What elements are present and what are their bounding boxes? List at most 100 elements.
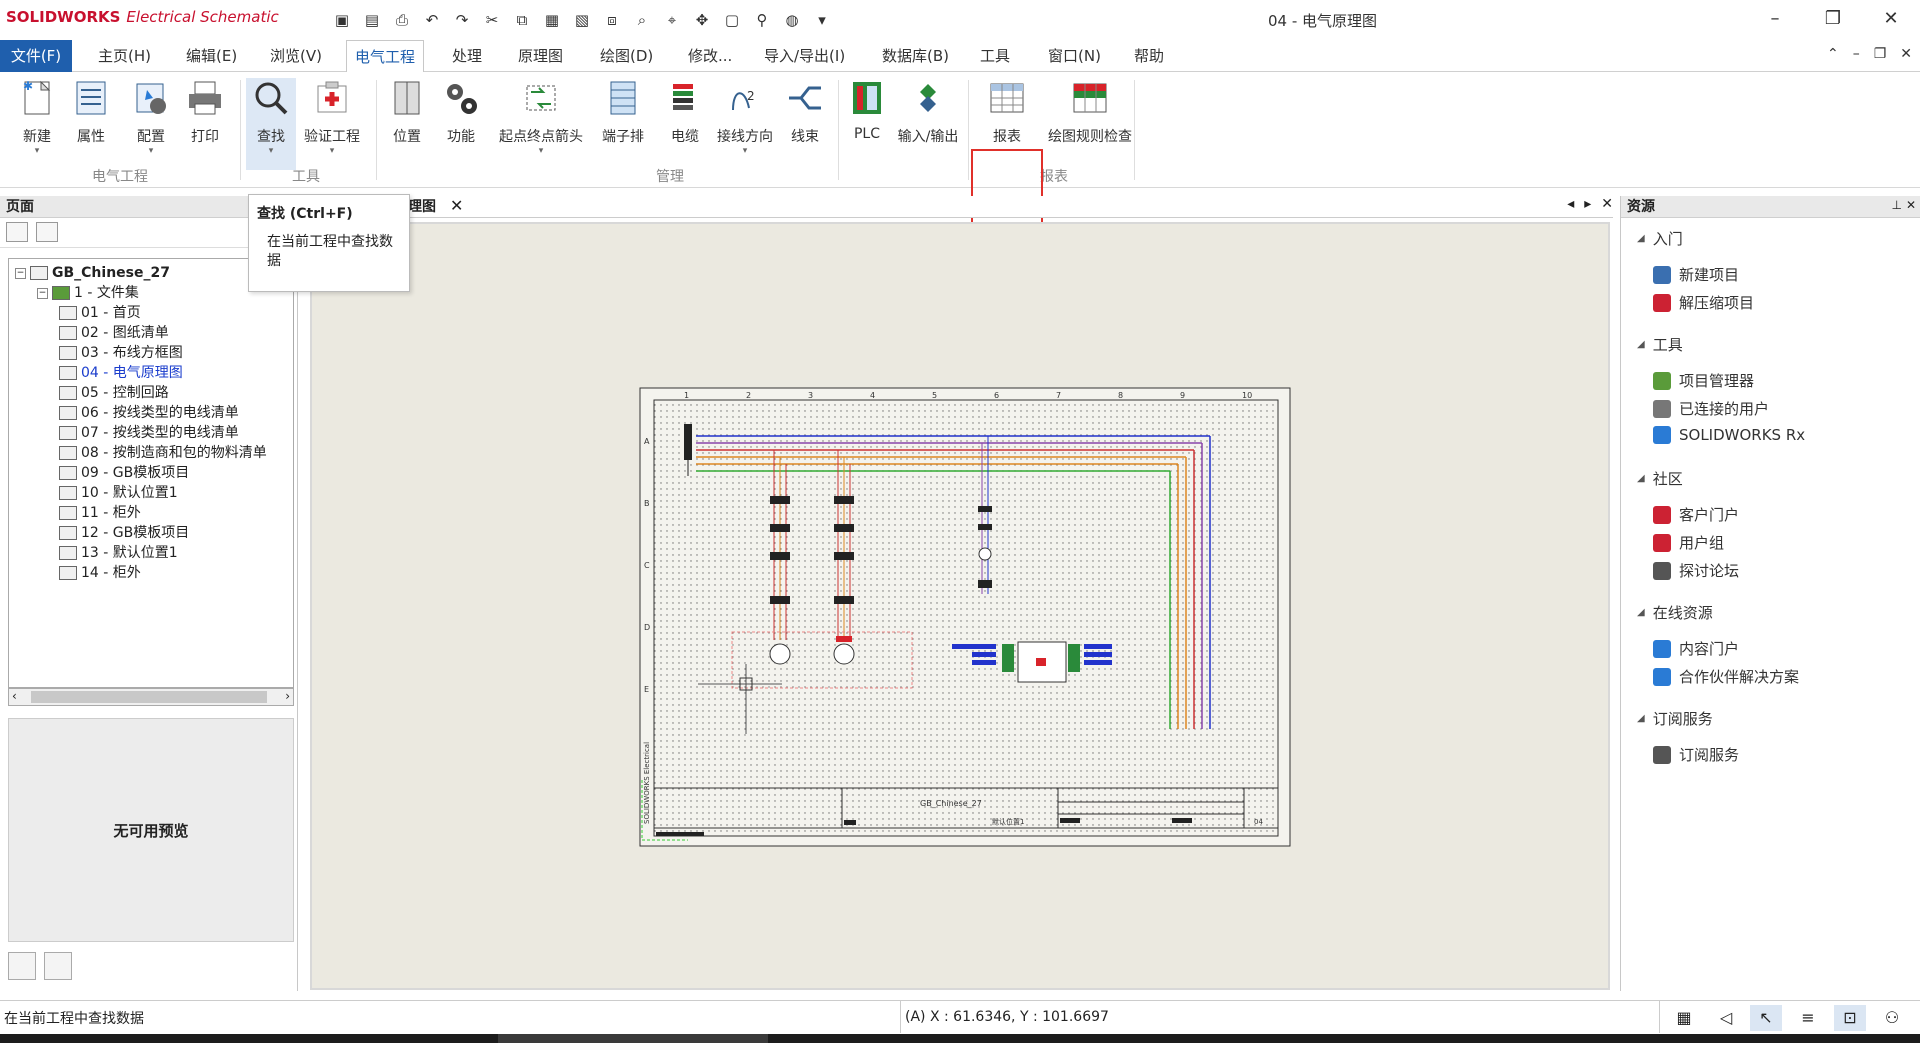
resource-link[interactable]: 合作伙伴解决方案 — [1653, 666, 1799, 687]
tab-next-icon[interactable]: ▸ — [1584, 196, 1591, 212]
menu-import-export[interactable]: 导入/导出(I) — [756, 40, 853, 72]
lines-icon[interactable]: ≡ — [1792, 1005, 1824, 1031]
scroll-left-icon[interactable]: ‹ — [12, 689, 17, 703]
menu-edit[interactable]: 编辑(E) — [178, 40, 245, 72]
print-button[interactable]: 打印 — [180, 78, 230, 178]
tree-item[interactable]: 08 - 按制造商和包的物料清单 — [59, 443, 267, 463]
resource-link[interactable]: 客户门户 — [1653, 504, 1739, 525]
resource-link[interactable]: 新建项目 — [1653, 264, 1739, 285]
cut-icon[interactable]: ✂ — [480, 8, 504, 32]
tree-item[interactable]: 05 - 控制回路 — [59, 383, 169, 403]
ortho-icon[interactable]: ◁ — [1710, 1005, 1742, 1031]
resource-section[interactable]: ◢ 工具 — [1637, 334, 1683, 355]
location-button[interactable]: 位置 — [382, 78, 432, 178]
pan-icon[interactable]: ✥ — [690, 8, 714, 32]
menu-window[interactable]: 窗口(N) — [1040, 40, 1109, 72]
new-button[interactable]: ✱ 新建 ▾ — [12, 78, 62, 178]
tree-horizontal-scrollbar[interactable]: ‹ › — [8, 688, 294, 706]
grid-toggle-icon[interactable]: ▦ — [1668, 1005, 1700, 1031]
function-button[interactable]: 功能 — [436, 78, 486, 178]
mdi-minimize-icon[interactable]: – — [1853, 46, 1860, 62]
tab-prev-icon[interactable]: ◂ — [1567, 196, 1574, 212]
tree-item[interactable]: 10 - 默认位置1 — [59, 483, 178, 503]
input-output-button[interactable]: 输入/输出 — [894, 78, 962, 178]
expand-icon[interactable]: ◢ — [1637, 713, 1645, 724]
save-icon[interactable]: ▤ — [360, 8, 384, 32]
menu-help[interactable]: 帮助 — [1126, 40, 1172, 72]
resource-link[interactable]: 已连接的用户 — [1653, 398, 1769, 419]
minimize-button[interactable]: – — [1760, 8, 1790, 32]
scroll-right-icon[interactable]: › — [285, 689, 290, 703]
collapse-icon[interactable]: − — [15, 267, 26, 279]
expand-icon[interactable]: ◢ — [1637, 473, 1645, 484]
drawing-rule-check-button[interactable]: 绘图规则检查 — [1040, 78, 1140, 178]
expand-icon[interactable]: ◢ — [1637, 607, 1645, 618]
resource-link[interactable]: 内容门户 — [1653, 638, 1739, 659]
config-button[interactable]: 配置 ▾ — [126, 78, 176, 178]
restore-button[interactable]: ❐ — [1818, 8, 1848, 32]
expand-icon[interactable]: ◢ — [1637, 233, 1645, 244]
resource-link[interactable]: 订阅服务 — [1653, 744, 1739, 765]
paste-icon[interactable]: ▦ — [540, 8, 564, 32]
origin-destination-arrow-button[interactable]: 起点终点箭头 ▾ — [496, 78, 586, 178]
resource-section[interactable]: ◢ 在线资源 — [1637, 602, 1713, 623]
menu-schematic[interactable]: 原理图 — [510, 40, 571, 72]
open-icon[interactable]: ▣ — [330, 8, 354, 32]
customize-icon[interactable]: ▾ — [810, 8, 834, 32]
resource-section[interactable]: ◢ 入门 — [1637, 228, 1683, 249]
page-list-icon[interactable] — [6, 222, 28, 242]
harness-button[interactable]: 线束 — [780, 78, 830, 178]
mdi-close-icon[interactable]: ✕ — [1900, 46, 1912, 62]
resource-link[interactable]: 项目管理器 — [1653, 370, 1754, 391]
tree-item[interactable]: − 1 - 文件集 — [37, 283, 139, 303]
menu-modify[interactable]: 修改... — [680, 40, 740, 72]
display-icon[interactable]: ▢ — [720, 8, 744, 32]
snap-icon[interactable]: ⊡ — [1834, 1005, 1866, 1031]
panel-close-icon[interactable]: ✕ — [1906, 198, 1916, 212]
refresh-icon[interactable] — [44, 952, 72, 980]
zoom-window-icon[interactable]: ⌖ — [660, 8, 684, 32]
drawing-canvas[interactable]: 1 2 3 4 5 6 7 8 9 10 ABCDE GB_Chinese_27… — [310, 222, 1610, 990]
wiring-direction-button[interactable]: 2 接线方向 ▾ — [714, 78, 776, 178]
tree-item[interactable]: 03 - 布线方框图 — [59, 343, 183, 363]
menu-drawing[interactable]: 绘图(D) — [592, 40, 661, 72]
tree-item[interactable]: 06 - 按线类型的电线清单 — [59, 403, 239, 423]
tree-item[interactable]: − GB_Chinese_27 — [15, 263, 170, 283]
undo-icon[interactable]: ↶ — [420, 8, 444, 32]
print-icon[interactable]: ⎙ — [390, 8, 414, 32]
tree-item[interactable]: 01 - 首页 — [59, 303, 141, 323]
pin-icon[interactable]: ⊥ — [1891, 198, 1901, 212]
close-tab-icon[interactable]: ✕ — [450, 196, 463, 215]
user-icon[interactable]: ⚇ — [1876, 1005, 1908, 1031]
close-button[interactable]: ✕ — [1876, 8, 1906, 32]
search-button[interactable]: 查找 ▾ — [246, 78, 296, 170]
tree-item[interactable]: 02 - 图纸清单 — [59, 323, 169, 343]
search-small-icon[interactable]: ⚲ — [750, 8, 774, 32]
menu-database[interactable]: 数据库(B) — [874, 40, 957, 72]
mdi-restore-icon[interactable]: ❐ — [1874, 46, 1887, 62]
duplicate-icon[interactable]: ⧈ — [600, 8, 624, 32]
resource-link[interactable]: 解压缩项目 — [1653, 292, 1754, 313]
tree-item[interactable]: 14 - 柜外 — [59, 563, 141, 583]
menu-home[interactable]: 主页(H) — [90, 40, 159, 72]
menu-process[interactable]: 处理 — [444, 40, 490, 72]
menu-view[interactable]: 浏览(V) — [262, 40, 330, 72]
zoom-icon[interactable]: ⌕ — [630, 8, 654, 32]
clipboard-icon[interactable]: ▧ — [570, 8, 594, 32]
tree-item[interactable]: 07 - 按线类型的电线清单 — [59, 423, 239, 443]
menu-tools[interactable]: 工具 — [972, 40, 1018, 72]
properties-button[interactable]: 属性 — [66, 78, 116, 178]
tree-item[interactable]: 04 - 电气原理图 — [59, 363, 183, 383]
tree-item[interactable]: 11 - 柜外 — [59, 503, 141, 523]
copy-icon[interactable]: ⧉ — [510, 8, 534, 32]
tree-item[interactable]: 09 - GB模板项目 — [59, 463, 189, 483]
tree-item[interactable]: 13 - 默认位置1 — [59, 543, 178, 563]
close-all-tabs-icon[interactable]: ✕ — [1601, 196, 1613, 212]
collapse-icon[interactable]: − — [37, 287, 48, 299]
resource-section[interactable]: ◢ 社区 — [1637, 468, 1683, 489]
redo-icon[interactable]: ↷ — [450, 8, 474, 32]
resource-section[interactable]: ◢ 订阅服务 — [1637, 708, 1713, 729]
page-view-icon[interactable] — [36, 222, 58, 242]
tree-item[interactable]: 12 - GB模板项目 — [59, 523, 189, 543]
options-icon[interactable]: ◍ — [780, 8, 804, 32]
